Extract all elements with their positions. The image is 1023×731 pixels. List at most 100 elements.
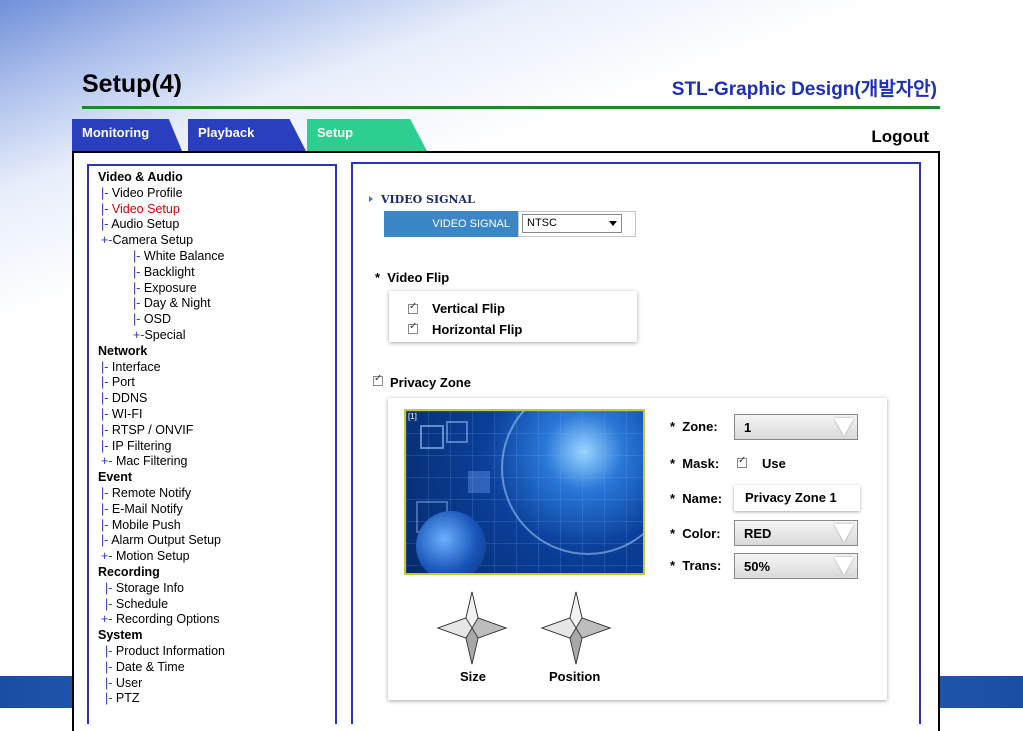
menu-item[interactable]: |- Alarm Output Setup <box>98 533 225 549</box>
menu-item[interactable]: |- Backlight <box>98 265 225 281</box>
menu-item-label: Product Information <box>115 643 225 658</box>
menu-item[interactable]: +-Camera Setup <box>98 233 225 249</box>
menu-section[interactable]: Event <box>98 470 225 486</box>
menu-item-label: Recording Options <box>115 612 220 627</box>
menu-tree-prefix: +- <box>133 327 145 342</box>
size-control-icon[interactable] <box>434 590 510 666</box>
tab-playback[interactable]: Playback <box>188 119 306 151</box>
menu-item-label: Special <box>144 327 186 342</box>
privacy-zone-checkbox[interactable] <box>373 373 383 386</box>
menu-item-label: OSD <box>143 312 171 327</box>
menu-tree-prefix: |- <box>105 580 116 595</box>
menu-item-label: Date & Time <box>115 659 185 674</box>
menu-item-label: Port <box>111 375 135 390</box>
menu-item[interactable]: |- Interface <box>98 360 225 376</box>
menu-item-label: Mobile Push <box>111 517 181 532</box>
trans-dropdown[interactable]: 50% <box>734 553 858 579</box>
vertical-flip-checkbox[interactable] <box>408 301 418 314</box>
zone-dropdown[interactable]: 1 <box>734 414 858 440</box>
privacy-zone-preview[interactable]: [1] <box>404 409 645 575</box>
menu-tree-prefix: |- <box>101 501 112 516</box>
menu-item-label: Storage Info <box>115 580 184 595</box>
menu-section[interactable]: System <box>98 628 225 644</box>
mask-use-checkbox[interactable] <box>737 455 747 468</box>
menu-item[interactable]: +-Special <box>98 328 225 344</box>
menu-item-label: Mac Filtering <box>115 454 188 469</box>
menu-item[interactable]: |- Port <box>98 375 225 391</box>
menu-item-label: PTZ <box>115 691 140 706</box>
menu-item[interactable]: |- PTZ <box>98 691 225 707</box>
zone-name-input[interactable]: Privacy Zone 1 <box>734 485 860 511</box>
menu-tree-prefix: |- <box>105 596 116 611</box>
menu-item-label: Camera Setup <box>112 233 194 248</box>
menu-item[interactable]: |- Schedule <box>98 597 225 613</box>
menu-item[interactable]: +- Mac Filtering <box>98 454 225 470</box>
menu-item[interactable]: |- Mobile Push <box>98 518 225 534</box>
menu-item-label: User <box>115 675 143 690</box>
menu-item[interactable]: |- IP Filtering <box>98 439 225 455</box>
menu-item-label: Video Setup <box>111 201 180 216</box>
menu-item[interactable]: |- Exposure <box>98 281 225 297</box>
menu-item[interactable]: |- Remote Notify <box>98 486 225 502</box>
menu-item[interactable]: |- E-Mail Notify <box>98 502 225 518</box>
video-signal-select[interactable]: NTSC <box>522 214 622 233</box>
menu-tree-prefix: |- <box>101 533 112 548</box>
chevron-down-icon <box>609 221 617 226</box>
menu-tree-prefix: |- <box>101 359 112 374</box>
setup-menu: Video & Audio |- Video Profile |- Video Se… <box>87 164 337 724</box>
menu-item[interactable]: |- WI-FI <box>98 407 225 423</box>
menu-item[interactable]: |- OSD <box>98 312 225 328</box>
menu-item-label: Audio Setup <box>111 217 180 232</box>
color-dropdown[interactable]: RED <box>734 520 858 546</box>
menu-item-label: Exposure <box>143 280 197 295</box>
menu-item-label: Day & Night <box>143 296 211 311</box>
menu-tree-prefix: +- <box>101 454 116 469</box>
privacy-zone-title: Privacy Zone <box>390 375 471 390</box>
menu-tree-prefix: |- <box>101 422 112 437</box>
menu-item-label: Motion Setup <box>115 549 190 564</box>
menu-item[interactable]: |- RTSP / ONVIF <box>98 423 225 439</box>
menu-item-label: DDNS <box>111 391 148 406</box>
menu-tree-prefix: |- <box>133 296 144 311</box>
zone-label: * Zone: <box>670 419 718 434</box>
menu-tree-prefix: |- <box>133 280 144 295</box>
design-title: STL-Graphic Design(개발자안) <box>671 79 937 100</box>
position-control-icon[interactable] <box>538 590 614 666</box>
menu-tree-prefix: |- <box>105 675 116 690</box>
menu-tree-prefix: |- <box>101 201 112 216</box>
menu-item[interactable]: +- Motion Setup <box>98 549 225 565</box>
menu-item[interactable]: +- Recording Options <box>98 612 225 628</box>
menu-item[interactable]: |- DDNS <box>98 391 225 407</box>
menu-item[interactable]: |- Video Setup <box>98 202 225 218</box>
mask-label: * Mask: <box>670 456 720 471</box>
horizontal-flip-checkbox[interactable] <box>408 321 418 334</box>
tab-monitoring[interactable]: Monitoring <box>72 119 182 151</box>
dropdown-triangle-icon <box>834 418 854 436</box>
menu-tree-prefix: +- <box>101 233 113 248</box>
section-arrow-icon <box>369 196 373 202</box>
menu-item[interactable]: |- Product Information <box>98 644 225 660</box>
menu-item[interactable]: |- Date & Time <box>98 660 225 676</box>
menu-tree-prefix: |- <box>133 248 144 263</box>
menu-item-label: Schedule <box>115 596 169 611</box>
menu-tree-prefix: |- <box>101 185 112 200</box>
menu-tree-prefix: +- <box>101 549 116 564</box>
menu-item[interactable]: |- White Balance <box>98 249 225 265</box>
vertical-flip-label: Vertical Flip <box>432 301 505 316</box>
video-signal-value: NTSC <box>527 217 557 229</box>
dropdown-triangle-icon <box>834 557 854 575</box>
menu-item-label: Remote Notify <box>111 485 192 500</box>
tab-setup[interactable]: Setup <box>307 119 427 151</box>
logout-link[interactable]: Logout <box>871 127 929 147</box>
menu-tree-prefix: |- <box>101 375 112 390</box>
menu-item[interactable]: |- Day & Night <box>98 296 225 312</box>
menu-section[interactable]: Network <box>98 344 225 360</box>
menu-item-label: IP Filtering <box>111 438 172 453</box>
menu-item[interactable]: |- User <box>98 676 225 692</box>
menu-item-label: Backlight <box>143 264 195 279</box>
menu-section[interactable]: Video & Audio <box>98 170 225 186</box>
menu-item[interactable]: |- Video Profile <box>98 186 225 202</box>
menu-item[interactable]: |- Audio Setup <box>98 217 225 233</box>
menu-item[interactable]: |- Storage Info <box>98 581 225 597</box>
menu-section[interactable]: Recording <box>98 565 225 581</box>
